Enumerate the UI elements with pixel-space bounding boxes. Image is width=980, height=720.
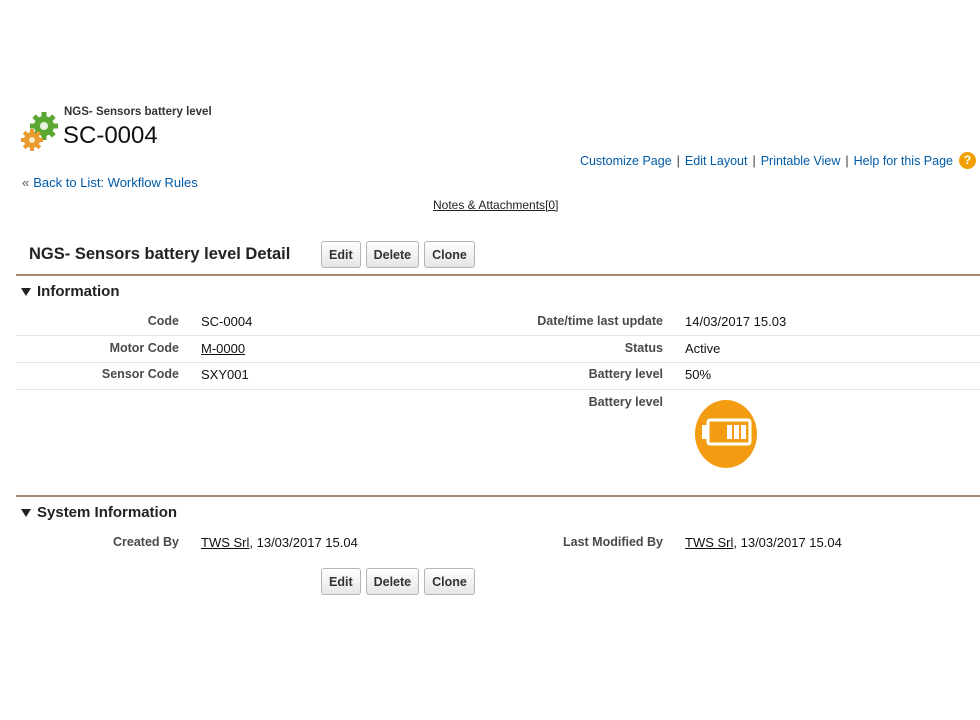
delete-button[interactable]: Delete — [365, 568, 420, 595]
object-type-label: NGS- Sensors battery level — [64, 106, 212, 118]
battery-level-value: 50% — [685, 367, 712, 382]
battery-level-icon — [695, 400, 757, 468]
back-to-list-label[interactable]: Back to List: Workflow Rules — [33, 175, 197, 190]
back-to-list-link[interactable]: «Back to List: Workflow Rules — [22, 175, 198, 190]
last-modified-date: , 13/03/2017 15.04 — [733, 535, 842, 550]
page-links: Customize Page | Edit Layout | Printable… — [580, 152, 976, 169]
row-divider — [16, 362, 980, 363]
status-value: Active — [685, 341, 721, 356]
clone-button[interactable]: Clone — [424, 568, 475, 595]
collapse-triangle-icon[interactable] — [21, 508, 31, 517]
created-by-label: Created By — [113, 535, 179, 549]
link-separator: | — [845, 153, 849, 168]
edit-button[interactable]: Edit — [321, 241, 361, 268]
notes-attachments-count[interactable]: [0] — [545, 198, 558, 212]
collapse-triangle-icon[interactable] — [21, 287, 31, 296]
clone-button[interactable]: Clone — [424, 241, 475, 268]
last-modified-value: TWS Srl, 13/03/2017 15.04 — [685, 535, 842, 550]
system-information-section-header[interactable]: System Information — [21, 504, 177, 521]
row-divider — [16, 389, 980, 390]
motor-code-link[interactable]: M-0000 — [201, 341, 245, 356]
last-modified-user-link[interactable]: TWS Srl — [685, 535, 733, 550]
edit-button[interactable]: Edit — [321, 568, 361, 595]
last-modified-label: Last Modified By — [562, 535, 663, 549]
code-label: Code — [147, 314, 179, 328]
created-by-value: TWS Srl, 13/03/2017 15.04 — [201, 535, 358, 550]
battery-level-label: Battery level — [588, 367, 663, 381]
notes-attachments-label[interactable]: Notes & Attachments — [433, 198, 545, 212]
sensor-code-value: SXY001 — [201, 367, 249, 382]
edit-layout-link[interactable]: Edit Layout — [685, 154, 748, 168]
status-label: Status — [624, 341, 663, 355]
customize-page-link[interactable]: Customize Page — [580, 154, 672, 168]
code-value: SC-0004 — [201, 314, 253, 329]
section-divider — [16, 495, 980, 497]
last-update-value: 14/03/2017 15.03 — [685, 314, 787, 329]
detail-top-buttons: Edit Delete Clone — [321, 241, 475, 268]
notes-attachments-link[interactable]: Notes & Attachments[0] — [433, 198, 558, 212]
gears-icon — [21, 112, 58, 151]
motor-code-label: Motor Code — [109, 341, 179, 355]
row-divider — [16, 335, 980, 336]
information-heading: Information — [37, 283, 120, 300]
link-separator: | — [676, 153, 680, 168]
link-separator: | — [752, 153, 756, 168]
sensor-code-label: Sensor Code — [101, 367, 179, 381]
created-by-user-link[interactable]: TWS Srl — [201, 535, 249, 550]
information-section-header[interactable]: Information — [21, 283, 120, 300]
page-title: SC-0004 — [63, 122, 158, 149]
back-arrow-icon: « — [22, 175, 30, 190]
battery-level-image-label: Battery level — [588, 395, 663, 409]
last-update-label: Date/time last update — [537, 314, 663, 328]
help-icon[interactable]: ? — [959, 152, 976, 169]
detail-bottom-buttons: Edit Delete Clone — [321, 568, 475, 595]
detail-title: NGS- Sensors battery level Detail — [29, 245, 291, 263]
created-by-date: , 13/03/2017 15.04 — [249, 535, 358, 550]
system-information-heading: System Information — [37, 504, 178, 521]
help-link[interactable]: Help for this Page — [854, 154, 953, 168]
delete-button[interactable]: Delete — [365, 241, 420, 268]
printable-view-link[interactable]: Printable View — [761, 154, 841, 168]
section-divider — [16, 274, 980, 276]
